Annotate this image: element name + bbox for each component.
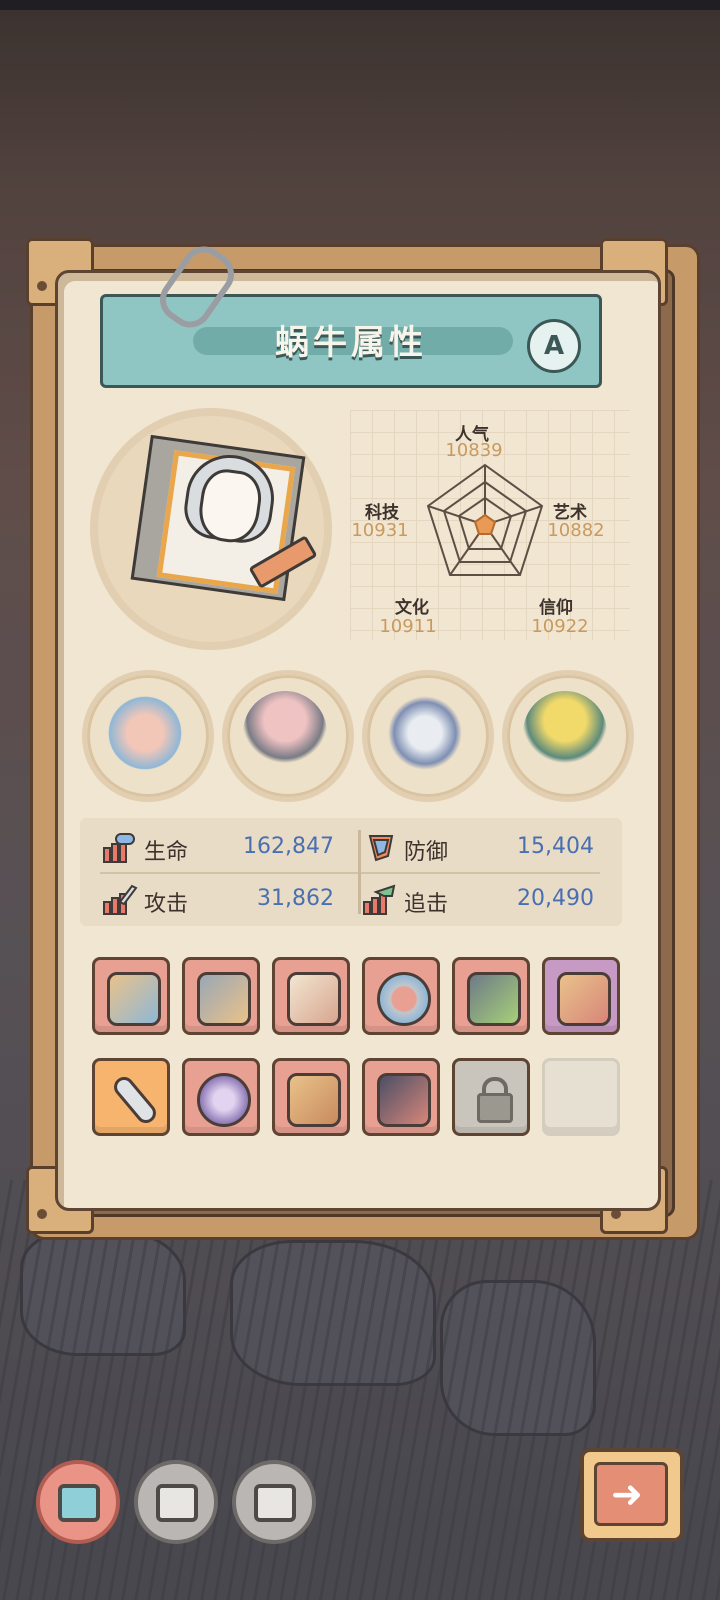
scroll-icon <box>156 1484 198 1522</box>
radar-value-faith: 10922 <box>531 616 589 637</box>
sword-icon <box>109 1072 161 1128</box>
orb-icon <box>197 1073 251 1127</box>
equipment-slot-torch[interactable] <box>272 1058 350 1136</box>
radar-label-culture: 文化 <box>395 598 429 618</box>
equipment-slot-empty <box>542 1058 620 1136</box>
equipment-slot-lantern-hammer[interactable] <box>452 957 530 1035</box>
arrow-right-icon: ➜ <box>611 1472 643 1516</box>
relic-sprout-dome[interactable] <box>222 670 354 802</box>
stat-hp-value: 162,847 <box>243 834 334 859</box>
stat-defense-value: 15,404 <box>517 834 594 859</box>
bone-bundle-icon <box>103 691 187 775</box>
radar-value-culture: 10911 <box>379 616 437 637</box>
nav-button-snail-attributes[interactable] <box>36 1460 120 1544</box>
next-button-face: ➜ <box>594 1462 668 1526</box>
stat-pursuit: 追击 20,490 <box>362 880 594 920</box>
stat-pursuit-label: 追击 <box>404 892 449 917</box>
stat-defense: 防御 15,404 <box>362 828 594 868</box>
radar-label-faith: 信仰 <box>539 598 573 618</box>
stats-column-divider <box>358 830 361 914</box>
gauntlet-icon <box>377 1073 431 1127</box>
stats-row-divider <box>100 872 600 874</box>
stat-hp: 生命 162,847 <box>102 828 334 868</box>
compass-icon <box>383 691 467 775</box>
stat-attack: 攻击 31,862 <box>102 880 334 920</box>
stat-attack-value: 31,862 <box>257 886 334 911</box>
ring-icon <box>377 972 431 1026</box>
stats-panel: 生命 162,847 防御 15,404 攻击 31,862 追击 20,490 <box>80 818 622 926</box>
stat-attack-label: 攻击 <box>144 892 189 917</box>
nav-button-relics[interactable] <box>134 1460 218 1544</box>
sprout-dome-icon <box>243 691 327 775</box>
umbrella-icon <box>557 972 611 1026</box>
robot-face-icon <box>58 1484 100 1522</box>
equipment-slot-sword[interactable] <box>92 1058 170 1136</box>
equipment-slot-crossbow[interactable] <box>92 957 170 1035</box>
radar-value-technology: 10931 <box>351 520 409 541</box>
shirt-icon <box>287 972 341 1026</box>
grade-badge[interactable]: A <box>527 319 581 373</box>
equipment-slot-shirt[interactable] <box>272 957 350 1035</box>
stat-hp-label: 生命 <box>144 840 189 865</box>
radar-value-art: 10882 <box>547 520 605 541</box>
golden-fire-brazier-icon <box>523 691 607 775</box>
lantern-hammer-icon <box>467 972 521 1026</box>
health-bar-icon <box>103 833 135 863</box>
radar-chart[interactable] <box>420 460 550 590</box>
crossbow-icon <box>107 972 161 1026</box>
equipment-slot-locked[interactable] <box>452 1058 530 1136</box>
radar-value-popularity: 10839 <box>445 440 503 461</box>
equipment-slot-gauntlet[interactable] <box>362 1058 440 1136</box>
torch-icon <box>287 1073 341 1127</box>
cannon-icon <box>197 972 251 1026</box>
equipment-slot-ring[interactable] <box>362 957 440 1035</box>
lock-body <box>477 1093 513 1123</box>
relic-bone-bundle[interactable] <box>82 670 214 802</box>
stat-defense-label: 防御 <box>404 840 449 865</box>
nav-button-map[interactable] <box>232 1460 316 1544</box>
shield-bar-icon <box>368 835 394 862</box>
stat-pursuit-value: 20,490 <box>517 886 594 911</box>
next-button[interactable]: ➜ <box>580 1448 684 1542</box>
relic-compass[interactable] <box>362 670 494 802</box>
sword-bar-icon <box>103 884 138 915</box>
radar-value-area <box>473 513 497 535</box>
equipment-slot-umbrella[interactable] <box>542 957 620 1035</box>
equipment-slot-cannon[interactable] <box>182 957 260 1035</box>
equipment-slot-orb[interactable] <box>182 1058 260 1136</box>
map-icon <box>254 1484 296 1522</box>
pursuit-bar-icon <box>363 884 396 915</box>
relic-golden-brazier[interactable] <box>502 670 634 802</box>
